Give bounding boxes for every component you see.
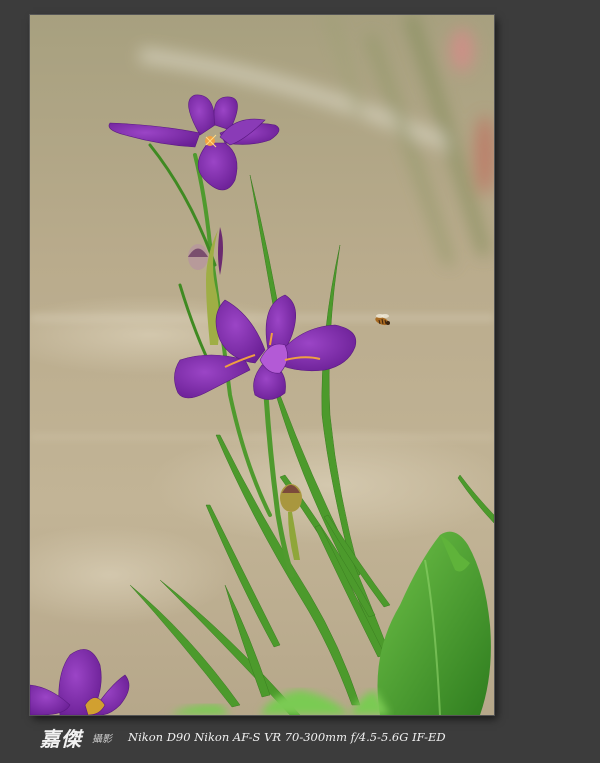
- iris-photo: [30, 15, 494, 715]
- signature: 嘉傑: [40, 726, 82, 751]
- signature-sub: 攝影: [92, 733, 112, 745]
- photo-caption: 嘉傑 攝影 Nikon D90 Nikon AF-S VR 70-300mm f…: [40, 722, 580, 752]
- photo-frame: [30, 15, 494, 715]
- exif-info: Nikon D90 Nikon AF-S VR 70-300mm f/4.5-5…: [128, 730, 446, 744]
